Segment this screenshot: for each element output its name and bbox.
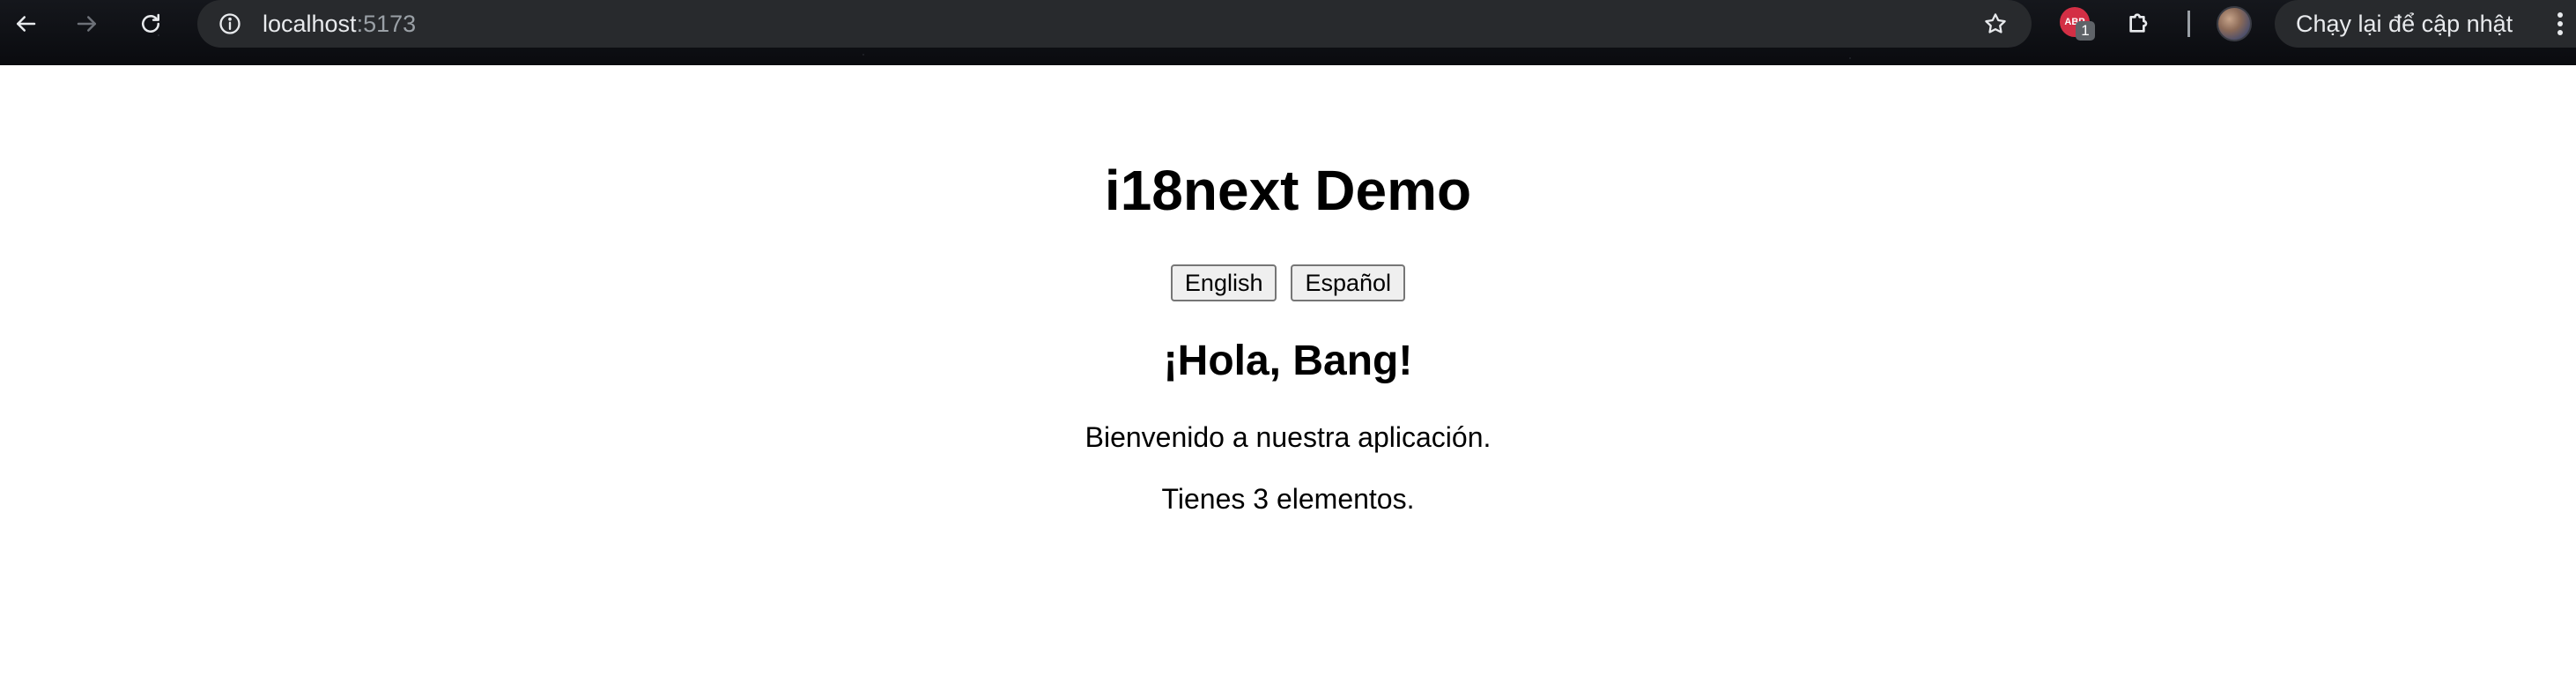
arrow-left-icon — [12, 11, 39, 41]
info-icon[interactable] — [217, 11, 243, 37]
star-icon[interactable] — [1980, 9, 2010, 39]
forward-button[interactable] — [65, 4, 109, 48]
address-bar[interactable]: localhost:5173 — [197, 0, 2032, 48]
extensions-button[interactable] — [2121, 7, 2157, 42]
url-host: localhost — [263, 11, 357, 37]
toolbar-divider — [2187, 11, 2190, 37]
greeting-heading: ¡Hola, Bang! — [1163, 338, 1413, 384]
puzzle-icon — [2125, 9, 2153, 41]
spanish-button[interactable]: Español — [1291, 264, 1406, 301]
welcome-text: Bienvenido a nuestra aplicación. — [1084, 421, 1492, 453]
english-button[interactable]: English — [1170, 264, 1277, 301]
back-button[interactable] — [4, 4, 48, 48]
profile-avatar[interactable] — [2217, 6, 2252, 41]
reload-icon — [137, 11, 164, 41]
browser-toolbar: localhost:5173 ABP 1 Chạy lại để cập nhậ… — [0, 0, 2576, 65]
reload-button[interactable] — [129, 4, 173, 48]
kebab-menu-icon[interactable] — [2544, 0, 2576, 48]
adblock-badge: 1 — [2076, 21, 2095, 41]
page-content: i18next Demo English Español ¡Hola, Bang… — [0, 65, 2576, 691]
url-port: :5173 — [356, 11, 417, 37]
arrow-right-icon — [74, 11, 100, 41]
items-count-text: Tienes 3 elementos. — [1161, 483, 1415, 515]
page-title: i18next Demo — [1104, 159, 1472, 222]
update-button[interactable]: Chạy lại để cập nhật — [2275, 0, 2576, 48]
update-button-label: Chạy lại để cập nhật — [2296, 11, 2513, 37]
adblock-extension-button[interactable]: ABP 1 — [2060, 7, 2095, 42]
language-switcher: English Español — [0, 264, 2576, 301]
url-text[interactable]: localhost:5173 — [263, 7, 416, 41]
